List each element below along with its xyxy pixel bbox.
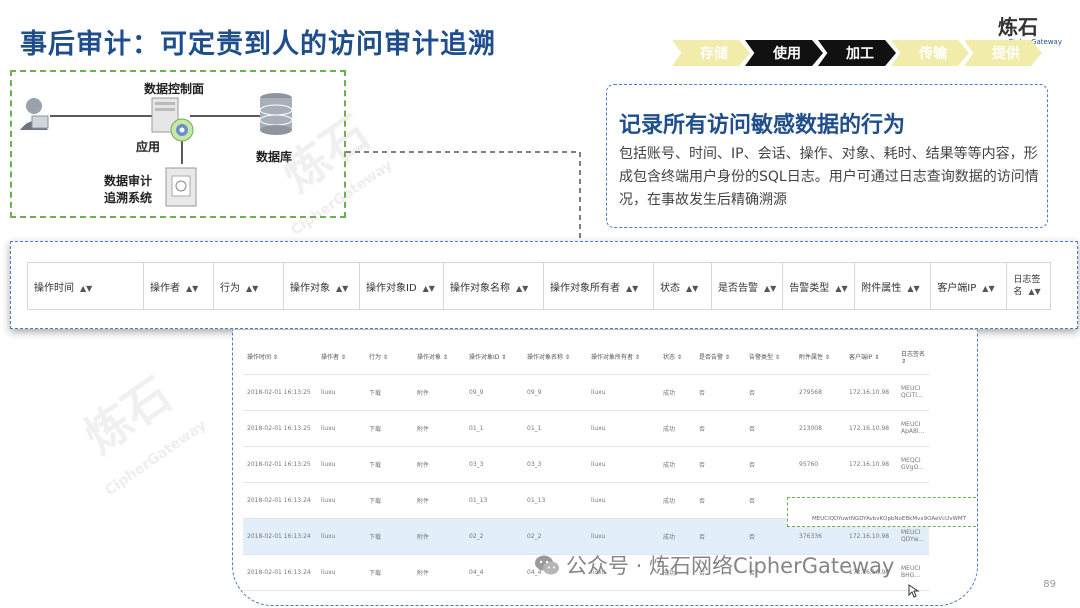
column-header[interactable]: 状态 ▲▼ xyxy=(653,262,712,310)
table-row[interactable]: 2018-02-01 16:13:25 liuxu 下载 附件 09_9 09_9 liux… xyxy=(243,374,929,411)
table-header-cell[interactable]: 操作对象所有者 ⇕ xyxy=(587,340,659,375)
step-provide: 提供 xyxy=(964,40,1042,66)
user-icon xyxy=(20,98,49,130)
table-header-cell[interactable]: 客户端IP ⇕ xyxy=(845,340,897,375)
step-use: 使用 xyxy=(745,40,823,66)
table-header-cell[interactable]: 操作者 ⇕ xyxy=(317,340,365,375)
logo-cn: 炼石 xyxy=(998,15,1038,39)
column-header[interactable]: 是否告警 ▲▼ xyxy=(710,262,784,310)
sort-icon: ▲▼ xyxy=(764,283,777,293)
step-process: 加工 xyxy=(818,40,896,66)
table-header-cell[interactable]: 是否告警 ⇕ xyxy=(695,340,745,375)
page-number: 89 xyxy=(1043,579,1056,590)
step-transfer: 传输 xyxy=(891,40,969,66)
column-header[interactable]: 操作对象 ▲▼ xyxy=(283,262,360,310)
footer: 公众号 · 炼石网络CipherGateway xyxy=(534,550,894,580)
table-header-cell[interactable]: 日志签名 ⇕ xyxy=(897,340,929,375)
table-header-cell[interactable]: 行为 ⇕ xyxy=(365,340,413,375)
database-label: 数据库 xyxy=(256,150,293,164)
wechat-icon xyxy=(535,555,559,575)
column-header[interactable]: 操作时间 ▲▼ xyxy=(27,262,144,310)
sort-icon: ▲▼ xyxy=(186,283,199,293)
watermark-en-2: CipherGateway xyxy=(102,417,210,499)
database-icon xyxy=(259,93,293,135)
column-header[interactable]: 行为 ▲▼ xyxy=(213,262,284,310)
audit-appliance-icon xyxy=(165,167,197,207)
app-label: 应用 xyxy=(136,140,161,154)
control-plane-label: 数据控制面 xyxy=(144,82,205,96)
callout-body: 包括账号、时间、IP、会话、操作、对象、耗时、结果等等内容，形成包含终端用户身份… xyxy=(619,146,1039,208)
sort-icon: ▲▼ xyxy=(336,283,349,293)
sort-icon: ▲▼ xyxy=(80,283,93,293)
table-header-cell[interactable]: 操作对象名称 ⇕ xyxy=(523,340,587,375)
audit-system-label-2: 追溯系统 xyxy=(104,191,153,205)
table-row[interactable]: 2018-02-01 16:13:25 liuxu 下载 附件 03_3 03_3 liux… xyxy=(243,446,929,483)
signature-tooltip: MEUCIQDYuwtNGDYAvbvKQpbNoEBkMvx9OAeVcUvW… xyxy=(787,497,977,527)
sort-icon: ▲▼ xyxy=(246,283,259,293)
sort-icon: ▲▼ xyxy=(835,283,848,293)
table-header-cell[interactable]: 操作对象 ⇕ xyxy=(413,340,465,375)
column-header[interactable]: 附件属性 ▲▼ xyxy=(854,262,932,310)
column-header[interactable]: 日志签名 ▲▼ xyxy=(1006,262,1052,310)
column-header[interactable]: 操作对象名称 ▲▼ xyxy=(443,262,544,310)
table-row[interactable]: 2018-02-01 16:13:25 liuxu 下载 附件 01_1 01_1 liux… xyxy=(243,410,929,447)
cursor-icon xyxy=(908,584,920,598)
sort-icon: ▲▼ xyxy=(1028,286,1041,296)
architecture-diagram: 数据控制面 应用 数据库 数据审计 追溯系统 xyxy=(10,70,346,218)
lifecycle-steps: 存储 使用 加工 传输 提供 xyxy=(672,40,1044,66)
connector-line xyxy=(346,151,581,240)
footer-text: 公众号 · 炼石网络CipherGateway xyxy=(566,554,895,578)
column-header[interactable]: 操作对象ID ▲▼ xyxy=(359,262,444,310)
sort-icon: ▲▼ xyxy=(516,283,529,293)
callout-heading: 记录所有访问敏感数据的行为 xyxy=(619,113,906,138)
audit-system-label-1: 数据审计 xyxy=(104,174,153,188)
table-header-cell[interactable]: 操作对象ID ⇕ xyxy=(465,340,523,375)
column-header[interactable]: 客户端IP ▲▼ xyxy=(930,262,1008,310)
table-header-cell[interactable]: 附件属性 ⇕ xyxy=(795,340,845,375)
sort-icon: ▲▼ xyxy=(686,283,699,293)
step-store: 存储 xyxy=(672,40,750,66)
page-title: 事后审计：可定责到人的访问审计追溯 xyxy=(20,29,496,60)
gear-icon xyxy=(170,118,194,142)
column-header[interactable]: 告警类型 ▲▼ xyxy=(782,262,856,310)
sort-icon: ▲▼ xyxy=(626,283,639,293)
header-table: 操作时间 ▲▼ 操作者 ▲▼ 行为 ▲▼ 操作对象 ▲▼ 操作对象ID ▲▼ 操作对象名称… xyxy=(27,262,1052,310)
watermark-cn-2: 炼石 xyxy=(74,366,181,464)
sort-icon: ▲▼ xyxy=(982,283,995,293)
table-header-row: 操作时间 ⇕ 操作者 ⇕ 行为 ⇕ 操作对象 ⇕ 操作对象ID ⇕ 操作对象名称… xyxy=(243,340,929,375)
sort-icon: ▲▼ xyxy=(422,283,435,293)
callout-box: 记录所有访问敏感数据的行为 包括账号、时间、IP、会话、操作、对象、耗时、结果等… xyxy=(606,84,1048,228)
column-header[interactable]: 操作对象所有者 ▲▼ xyxy=(543,262,654,310)
table-header-cell[interactable]: 告警类型 ⇕ xyxy=(745,340,795,375)
table-header-cell[interactable]: 状态 ⇕ xyxy=(659,340,695,375)
slide: 事后审计：可定责到人的访问审计追溯 炼石 CipherGateway 存储 使用… xyxy=(0,0,1080,608)
column-header[interactable]: 操作者 ▲▼ xyxy=(143,262,214,310)
table-header-cell[interactable]: 操作时间 ⇕ xyxy=(243,340,317,375)
sort-icon: ▲▼ xyxy=(907,283,920,293)
column-header-strip: 操作时间 ▲▼ 操作者 ▲▼ 行为 ▲▼ 操作对象 ▲▼ 操作对象ID ▲▼ 操作对象名称… xyxy=(10,241,1078,329)
